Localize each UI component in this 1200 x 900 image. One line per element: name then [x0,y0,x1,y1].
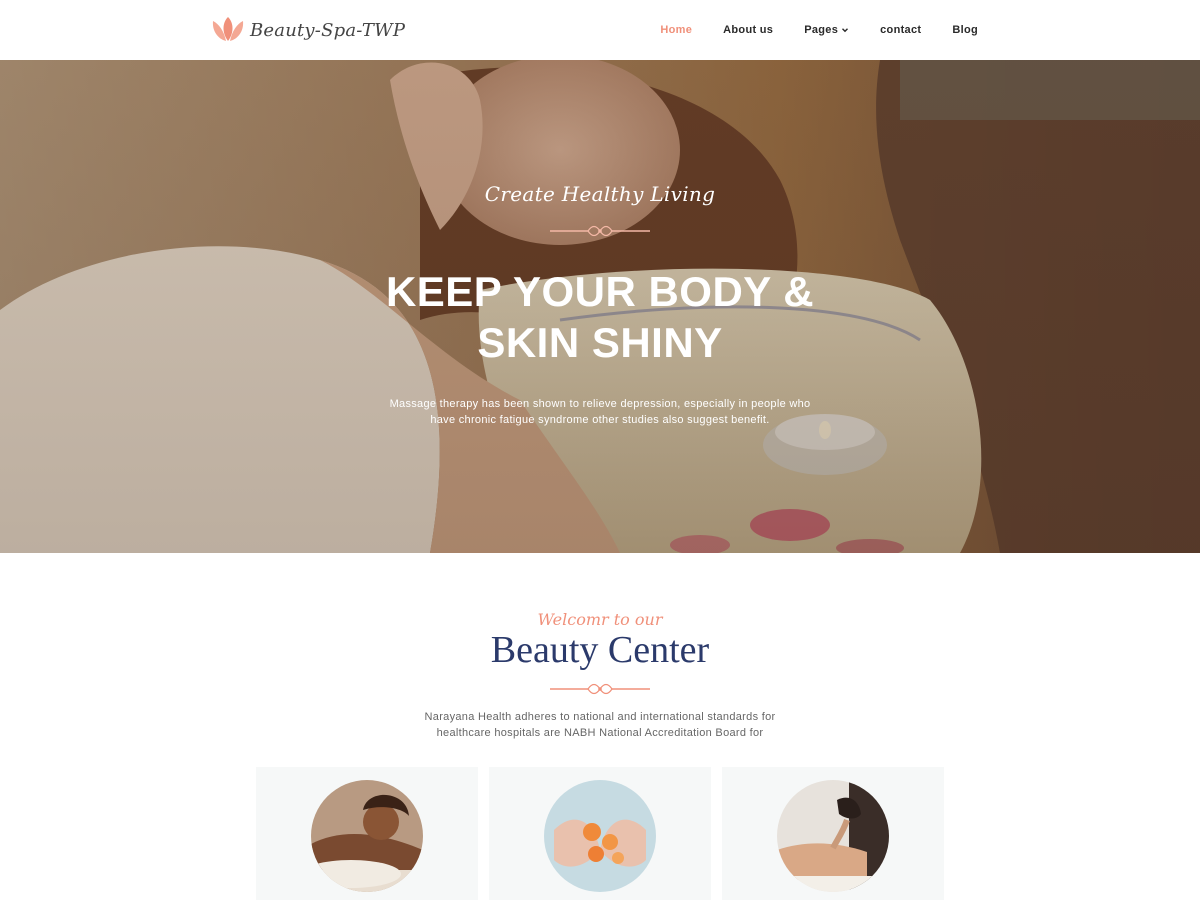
site-logo[interactable]: Beauty-Spa-TWP [210,8,405,52]
welcome-tagline: Welcomr to our [537,610,663,629]
welcome-title: Beauty Center [490,629,710,671]
hero-title-line2: SKIN SHINY [477,319,723,366]
chevron-down-icon [842,28,849,33]
site-logo-text: Beauty-Spa-TWP [250,19,406,41]
nav-pages[interactable]: Pages [804,24,849,36]
hero-description: Massage therapy has been shown to reliev… [370,396,830,428]
nav-home[interactable]: Home [660,24,692,36]
ornament-divider-icon [550,225,650,237]
hands-with-flowers-photo [544,780,656,892]
smiling-woman-spa-photo [311,780,423,892]
main-nav: Home About us Pages contact Blog [629,0,978,60]
site-header: Beauty-Spa-TWP Home About us Pages conta… [0,0,1200,60]
welcome-description-line2: healthcare hospitals are NABH National A… [436,727,764,739]
ornament-divider-icon [550,683,650,695]
hero-description-line1: Massage therapy has been shown to reliev… [389,398,811,410]
back-massage-photo [777,780,889,892]
hero-description-line2: have chronic fatigue syndrome other stud… [430,414,770,426]
hero-banner: Create Healthy Living KEEP YOUR BODY & S… [0,60,1200,553]
hero-tagline: Create Healthy Living [484,182,716,206]
hero-title-line1: KEEP YOUR BODY & [385,268,815,315]
lotus-logo-icon [212,17,244,41]
service-card[interactable] [722,767,944,900]
service-card[interactable] [489,767,711,900]
nav-about-us[interactable]: About us [723,24,773,36]
hero-title: KEEP YOUR BODY & SKIN SHINY [300,266,900,368]
welcome-description-line1: Narayana Health adheres to national and … [424,711,776,723]
nav-blog[interactable]: Blog [952,24,978,36]
welcome-description: Narayana Health adheres to national and … [400,709,800,741]
service-card[interactable] [256,767,478,900]
nav-contact[interactable]: contact [880,24,921,36]
nav-pages-label: Pages [804,24,839,36]
